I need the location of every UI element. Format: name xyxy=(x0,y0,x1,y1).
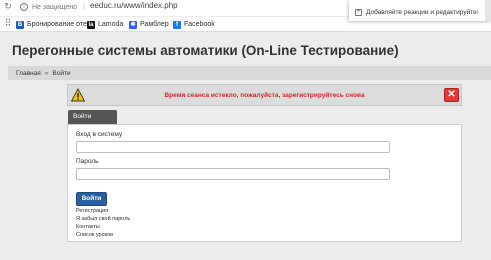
login-button[interactable]: Войти xyxy=(76,192,107,206)
bookmark-facebook[interactable]: f Facebook xyxy=(173,19,215,30)
add-reaction-icon: + xyxy=(355,9,362,16)
rambler-icon: ✱ xyxy=(129,20,137,29)
password-label: Пароль xyxy=(76,158,99,165)
facebook-icon: f xyxy=(173,20,181,29)
breadcrumb-separator: » xyxy=(44,69,49,77)
close-button[interactable]: ✕ xyxy=(444,88,459,102)
bookmark-label: Facebook xyxy=(184,21,215,28)
login-panel: Вход в систему Пароль Войти Регистрация … xyxy=(67,124,462,242)
security-text: Не защищено xyxy=(32,3,77,11)
username-input[interactable] xyxy=(76,141,390,153)
add-reactions-item[interactable]: + Добавляйте реакции и редактируйте xyxy=(355,9,477,16)
extension-popup: + Добавляйте реакции и редактируйте › xyxy=(349,0,491,21)
tab-login[interactable]: Войти xyxy=(68,110,117,124)
lamoda-icon: la xyxy=(87,20,95,29)
error-message: Время сеанса истекло, пожалуйста, зареги… xyxy=(164,92,365,99)
forgot-password-link[interactable]: Я забыл свой пароль xyxy=(76,216,130,222)
bookmark-label: Рамблер xyxy=(140,21,169,28)
username-label: Вход в систему xyxy=(76,131,123,138)
info-icon: i xyxy=(20,3,28,11)
breadcrumb-home[interactable]: Главная xyxy=(16,70,41,77)
close-icon: ✕ xyxy=(447,89,456,100)
breadcrumb-current: Войти xyxy=(52,69,71,77)
reload-icon[interactable]: ↻ xyxy=(3,2,13,12)
chevron-right-icon[interactable]: › xyxy=(477,9,479,16)
lessons-list-link[interactable]: Список уроков xyxy=(76,232,113,238)
register-link[interactable]: Регистрация xyxy=(76,208,108,214)
extension-popup-label: Добавляйте реакции и редактируйте xyxy=(366,9,477,16)
error-message-box: Время сеанса истекло, пожалуйста, зареги… xyxy=(67,84,462,106)
page-title: Перегонные системы автоматики (On-Line Т… xyxy=(12,43,399,58)
bookmark-booking[interactable]: B Бронирование оте... xyxy=(16,19,93,30)
security-indicator[interactable]: i Не защищено | xyxy=(20,1,91,13)
popup-scrollbar[interactable] xyxy=(485,0,491,21)
password-input[interactable] xyxy=(76,168,390,180)
breadcrumb: Главная » Войти xyxy=(8,66,491,80)
bookmark-label: Lamoda xyxy=(98,21,124,28)
divider: | xyxy=(83,3,85,11)
bookmark-lamoda[interactable]: la Lamoda xyxy=(87,19,123,30)
bookmark-rambler[interactable]: ✱ Рамблер xyxy=(129,19,169,30)
booking-icon: B xyxy=(16,20,24,29)
contacts-link[interactable]: Контакты xyxy=(76,224,100,230)
bookmark-label: Бронирование оте... xyxy=(27,21,93,28)
apps-icon[interactable]: ⠿ xyxy=(3,19,13,29)
url-field[interactable]: eeduc.ru/www/index.php xyxy=(90,1,178,10)
